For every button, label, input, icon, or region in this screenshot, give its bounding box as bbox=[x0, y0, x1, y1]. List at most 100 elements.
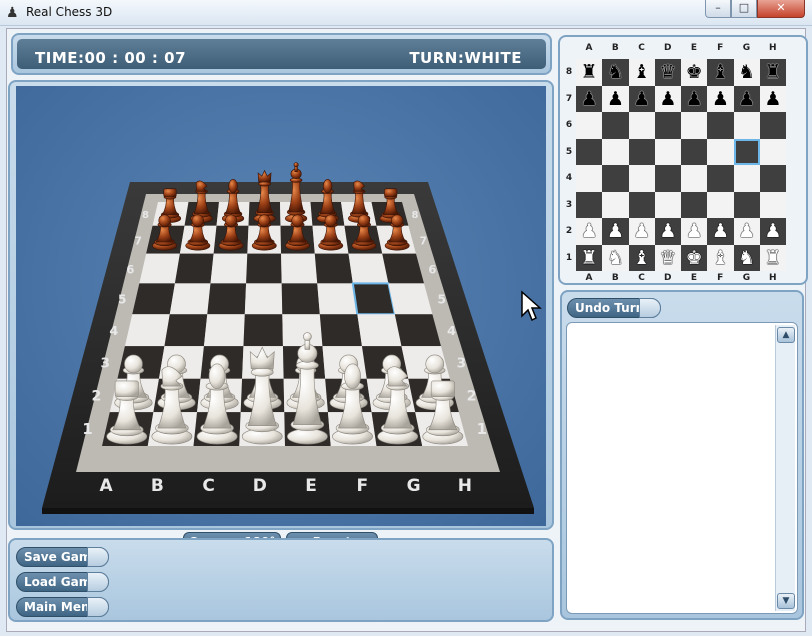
minimap-square[interactable] bbox=[576, 112, 603, 139]
minimap-square[interactable] bbox=[733, 138, 760, 165]
minimap-square[interactable] bbox=[576, 191, 603, 218]
minimap-square[interactable]: ♜ bbox=[576, 244, 603, 271]
minimap-square[interactable] bbox=[628, 138, 655, 165]
minimap-square[interactable] bbox=[654, 138, 681, 165]
board-3d-canvas[interactable]: A B C D E F G H8 87 76 65 54 43 32 21 1 bbox=[16, 86, 546, 526]
minimap-piece[interactable]: ♟ bbox=[581, 220, 598, 242]
minimap-square[interactable] bbox=[707, 138, 734, 165]
board-square[interactable] bbox=[348, 253, 389, 284]
undo-turn-button[interactable]: Undo Turn bbox=[567, 298, 661, 318]
board-square[interactable] bbox=[139, 253, 180, 284]
minimap-piece[interactable]: ♝ bbox=[712, 247, 729, 269]
minimap-piece[interactable]: ♟ bbox=[764, 220, 781, 242]
minimap-piece[interactable]: ♟ bbox=[659, 88, 676, 110]
scroll-up-icon[interactable]: ▲ bbox=[777, 327, 795, 343]
board-square[interactable] bbox=[132, 283, 175, 315]
minimap-square[interactable]: ♟ bbox=[733, 85, 760, 112]
minimap-square[interactable] bbox=[707, 165, 734, 192]
minimap-square[interactable]: ♟ bbox=[759, 218, 786, 245]
board-square[interactable] bbox=[314, 253, 353, 284]
board-square[interactable] bbox=[169, 283, 211, 315]
minimap-square[interactable]: ♟ bbox=[707, 85, 734, 112]
minimap-square[interactable]: ♟ bbox=[628, 85, 655, 112]
minimap-square[interactable] bbox=[628, 112, 655, 139]
board-square[interactable] bbox=[319, 314, 362, 347]
minimap-square[interactable]: ♜ bbox=[759, 59, 786, 86]
minimap-square[interactable]: ♟ bbox=[707, 218, 734, 245]
minimap-piece[interactable]: ♛ bbox=[659, 247, 676, 269]
minimap-piece[interactable]: ♟ bbox=[738, 88, 755, 110]
minimap-square[interactable] bbox=[681, 138, 708, 165]
board-3d-view[interactable]: ABCDEFGH8877665544332211 bbox=[16, 86, 546, 526]
minimap-square[interactable]: ♟ bbox=[576, 85, 603, 112]
maximize-button[interactable]: □ bbox=[731, 0, 757, 18]
minimap-square[interactable] bbox=[759, 191, 786, 218]
board-square[interactable] bbox=[282, 314, 323, 347]
minimap-board[interactable]: ♜ ♞ ♝ ♛ ♚ ♝ ♞ ♜ ♟ ♟ ♟ ♟ ♟ ♟ ♟ ♟ ♟ ♟ ♟ ♟ ♟ ♟ ♟ ♟ ♜ ♞ ♝ ♛ ♚ ♝ ♞ ♜ bbox=[576, 59, 786, 271]
minimap-square[interactable]: ♚ bbox=[681, 244, 708, 271]
load-game-button[interactable]: Load Game bbox=[16, 572, 109, 592]
minimap-square[interactable]: ♝ bbox=[707, 244, 734, 271]
minimap-square[interactable]: ♛ bbox=[654, 244, 681, 271]
minimap-piece[interactable]: ♜ bbox=[764, 61, 781, 83]
board-square[interactable] bbox=[203, 314, 245, 347]
minimap-square[interactable]: ♝ bbox=[707, 59, 734, 86]
minimap-square[interactable] bbox=[602, 191, 629, 218]
minimap-square[interactable]: ♞ bbox=[602, 59, 629, 86]
minimap-square[interactable] bbox=[733, 112, 760, 139]
minimap-piece[interactable]: ♞ bbox=[738, 61, 755, 83]
minimap-square[interactable]: ♟ bbox=[654, 85, 681, 112]
minimap-piece[interactable]: ♟ bbox=[607, 220, 624, 242]
minimap-square[interactable] bbox=[602, 165, 629, 192]
minimap-piece[interactable]: ♞ bbox=[607, 61, 624, 83]
board-square[interactable] bbox=[244, 283, 283, 315]
minimap-square[interactable]: ♟ bbox=[654, 218, 681, 245]
board-square[interactable] bbox=[243, 314, 283, 347]
minimap-square[interactable] bbox=[602, 138, 629, 165]
minimap-square[interactable]: ♟ bbox=[733, 218, 760, 245]
minimap-piece[interactable]: ♝ bbox=[712, 61, 729, 83]
move-log-list[interactable]: ▲ ▼ bbox=[566, 322, 798, 614]
minimap-square[interactable]: ♞ bbox=[733, 59, 760, 86]
minimap-piece[interactable]: ♟ bbox=[686, 88, 703, 110]
minimap-square[interactable] bbox=[759, 138, 786, 165]
minimap-square[interactable] bbox=[707, 191, 734, 218]
minimap-square[interactable]: ♟ bbox=[681, 218, 708, 245]
minimap-square[interactable]: ♜ bbox=[759, 244, 786, 271]
minimap-square[interactable] bbox=[628, 191, 655, 218]
scroll-down-icon[interactable]: ▼ bbox=[777, 593, 795, 609]
board-square[interactable] bbox=[207, 283, 247, 315]
minimap-piece[interactable]: ♛ bbox=[659, 61, 676, 83]
minimap-square[interactable]: ♟ bbox=[602, 85, 629, 112]
minimap-piece[interactable]: ♞ bbox=[607, 247, 624, 269]
minimap-square[interactable] bbox=[628, 165, 655, 192]
minimap-piece[interactable]: ♜ bbox=[581, 61, 598, 83]
board-square[interactable] bbox=[281, 253, 318, 284]
minimap-square[interactable] bbox=[681, 191, 708, 218]
move-log-scrollbar[interactable]: ▲ ▼ bbox=[775, 325, 795, 611]
minimap-square[interactable] bbox=[654, 165, 681, 192]
minimap-piece[interactable]: ♟ bbox=[738, 220, 755, 242]
board-square[interactable] bbox=[174, 253, 214, 284]
minimap-square[interactable]: ♟ bbox=[576, 218, 603, 245]
close-button[interactable]: ✕ bbox=[757, 0, 805, 18]
minimap-square[interactable] bbox=[654, 112, 681, 139]
minimap-square[interactable]: ♟ bbox=[602, 218, 629, 245]
minimap-piece[interactable]: ♟ bbox=[712, 88, 729, 110]
minimap-piece[interactable]: ♞ bbox=[738, 247, 755, 269]
minimap-square[interactable]: ♟ bbox=[681, 85, 708, 112]
minimap-square[interactable]: ♞ bbox=[733, 244, 760, 271]
minimap-square[interactable] bbox=[576, 165, 603, 192]
minimap-square[interactable]: ♜ bbox=[576, 59, 603, 86]
minimap-square[interactable] bbox=[733, 191, 760, 218]
minimap-square[interactable] bbox=[654, 191, 681, 218]
minimap-square[interactable] bbox=[759, 112, 786, 139]
minimap-piece[interactable]: ♚ bbox=[686, 247, 703, 269]
minimap-square[interactable] bbox=[602, 112, 629, 139]
minimap-square[interactable]: ♟ bbox=[759, 85, 786, 112]
minimize-button[interactable]: – bbox=[705, 0, 731, 18]
board-square[interactable] bbox=[351, 282, 397, 316]
minimap-square[interactable] bbox=[707, 112, 734, 139]
minimap-piece[interactable]: ♟ bbox=[712, 220, 729, 242]
minimap-piece[interactable]: ♟ bbox=[633, 220, 650, 242]
